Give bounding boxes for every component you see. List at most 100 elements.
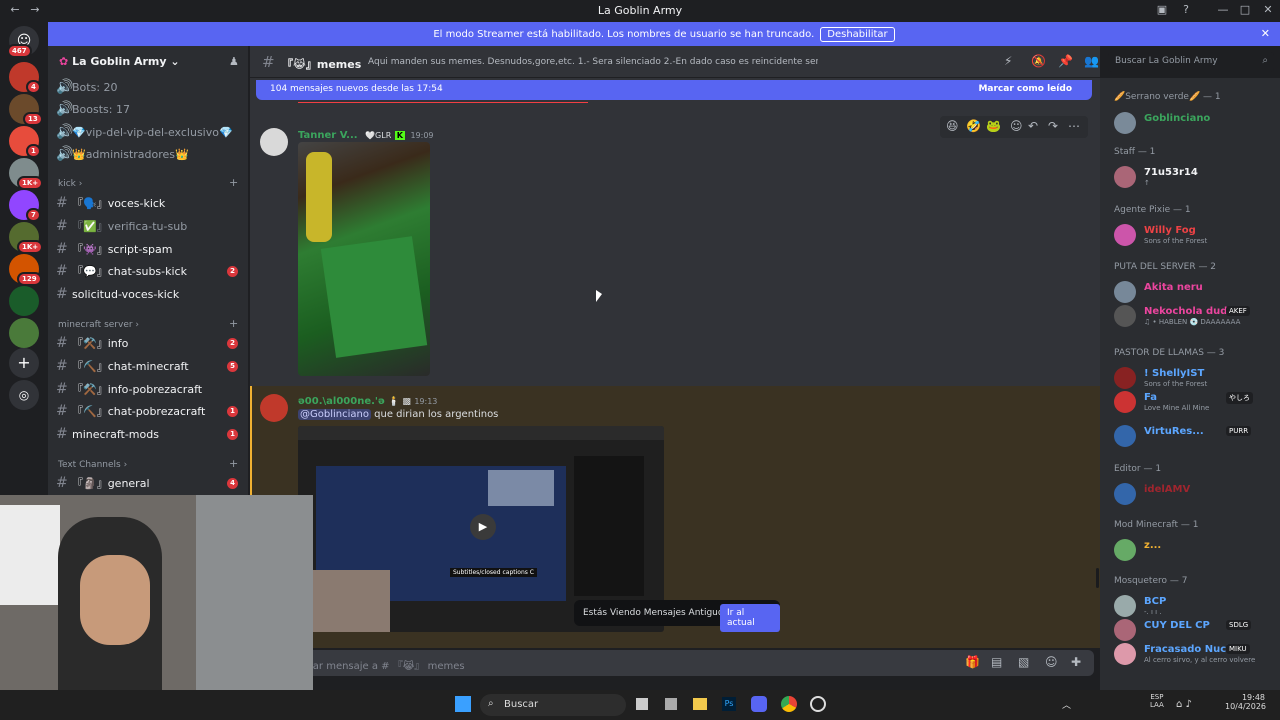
apps-icon[interactable]: ✚ (1071, 655, 1081, 669)
member-item[interactable]: Willy Fog Sons of the Forest (1114, 224, 1274, 250)
avatar[interactable] (260, 128, 288, 156)
server-icon[interactable]: 13 (9, 94, 43, 126)
avatar[interactable] (1114, 643, 1136, 665)
more-icon[interactable]: ⋯ (1068, 119, 1080, 133)
channel-item[interactable]: # minecraft-mods 1 (56, 424, 242, 444)
app-icon[interactable] (665, 698, 677, 710)
add-channel-icon[interactable]: + (229, 457, 238, 470)
message-composer[interactable]: iar mensaje a # 『😹』 memes 🎁 ▤ ▧ ☺ ✚ (258, 650, 1094, 676)
discord-taskbar-icon[interactable] (751, 696, 767, 712)
user-mention[interactable]: @Goblinciano (298, 409, 371, 420)
task-view-icon[interactable] (636, 698, 648, 710)
reaction-icon[interactable]: 🤣 (966, 119, 981, 133)
channel-item[interactable]: # 『⚒️』info 2 (56, 333, 242, 353)
minimize-icon[interactable]: — (1216, 3, 1230, 17)
back-icon[interactable]: ← (8, 3, 22, 17)
channel-item[interactable]: # 『👾』script-spam (56, 239, 242, 259)
channel-item[interactable]: # solicitud-voces-kick (56, 284, 242, 304)
tray-chevron-icon[interactable]: ︿ (1062, 698, 1071, 711)
avatar[interactable] (1114, 112, 1136, 134)
twitch-server-icon[interactable]: 7 (9, 190, 41, 222)
member-item[interactable]: Akita neru (1114, 281, 1274, 307)
member-item[interactable]: Fa やしろ Love Mine All Mine (1114, 391, 1274, 417)
photoshop-icon[interactable]: Ps (722, 697, 736, 711)
network-icon[interactable]: ⌂ ♪ (1176, 699, 1192, 710)
invite-icon[interactable]: ♟ (229, 55, 239, 68)
avatar[interactable] (1114, 224, 1136, 246)
avatar[interactable] (1114, 595, 1136, 617)
search-input[interactable]: Buscar La Goblin Army ⌕ (1108, 52, 1274, 72)
member-item[interactable]: Goblinciano (1114, 112, 1274, 138)
avatar[interactable] (1114, 619, 1136, 641)
reaction-icon[interactable]: 🐸 (986, 119, 1001, 133)
close-banner-icon[interactable]: ✕ (1261, 27, 1270, 40)
help-icon[interactable]: ? (1179, 3, 1193, 17)
member-item[interactable]: idelAMV (1114, 483, 1274, 509)
chrome-icon[interactable] (781, 696, 797, 712)
notifications-icon[interactable]: 🔕 (1031, 54, 1046, 68)
member-item[interactable]: CUY DEL CP SDLG (1114, 619, 1274, 645)
explore-icon[interactable]: ◎ (9, 380, 39, 410)
attached-image[interactable] (298, 142, 430, 376)
category-text-channels[interactable]: Text Channels › (58, 460, 127, 470)
avatar[interactable] (1114, 425, 1136, 447)
sticker-icon[interactable]: ▧ (1018, 655, 1029, 669)
voice-channel[interactable]: 🔊💎vip-del-vip-del-exclusivo💎 (56, 122, 242, 142)
server-name[interactable]: ✿ La Goblin Army ⌄ (59, 55, 180, 68)
server-icon[interactable] (9, 318, 39, 348)
add-channel-icon[interactable]: + (229, 317, 238, 330)
member-item[interactable]: 71u53r14 ↑ (1114, 166, 1274, 192)
avatar[interactable] (1114, 305, 1136, 327)
language-indicator[interactable]: ESP LAA (1150, 693, 1164, 709)
channel-item[interactable]: # 『⛏️』chat-pobrezacraft 1 (56, 401, 242, 421)
home-icon[interactable]: ☺ 467 (7, 26, 39, 58)
server-icon[interactable]: 4 (9, 62, 41, 94)
author-name[interactable]: ə00.\al000ne.'ə (298, 396, 385, 407)
channel-item[interactable]: # 『⚒️』info-pobrezacraft (56, 379, 242, 399)
reaction-icon[interactable]: 😆 (946, 119, 959, 133)
category-kick[interactable]: kick › (58, 179, 82, 189)
channel-topic[interactable]: Aqui manden sus memes. Desnudos,gore,etc… (368, 57, 818, 67)
author-name[interactable]: Tanner V... (298, 130, 358, 141)
server-icon[interactable] (9, 286, 39, 316)
add-reaction-icon[interactable]: ☺ (1010, 119, 1023, 133)
forward-icon[interactable]: ↷ (1048, 119, 1058, 133)
scrollbar-thumb[interactable] (1096, 568, 1099, 588)
channel-item[interactable]: # 『🗿』general 4 (56, 473, 242, 493)
server-icon[interactable]: 129 (9, 254, 42, 286)
member-list-icon[interactable]: 👥 (1084, 54, 1099, 68)
member-item[interactable]: Fracasado Nuclear MIKU Al cerro sirvo, y a… (1114, 643, 1274, 669)
avatar[interactable] (1114, 166, 1136, 188)
reply-icon[interactable]: ↶ (1028, 119, 1038, 133)
channel-item[interactable]: # 『⛏️』chat-minecraft 5 (56, 356, 242, 376)
jump-to-present-button[interactable]: Ir al actual (720, 604, 780, 632)
maximize-icon[interactable]: □ (1238, 3, 1252, 17)
member-item[interactable]: z... (1114, 539, 1274, 565)
threads-icon[interactable]: ⚡ (1004, 54, 1012, 68)
member-item[interactable]: ! ShellyIST Sons of the Forest (1114, 367, 1274, 393)
member-item[interactable]: BCP -. ı ı . (1114, 595, 1274, 621)
avatar[interactable] (1114, 483, 1136, 505)
inbox-icon[interactable]: ▣ (1155, 3, 1169, 17)
member-item[interactable]: VirtuRes... PURR (1114, 425, 1274, 451)
avatar[interactable] (1114, 539, 1136, 561)
close-window-icon[interactable]: ✕ (1261, 3, 1275, 17)
file-explorer-icon[interactable] (693, 698, 707, 710)
play-icon[interactable]: ▶ (470, 514, 496, 540)
avatar[interactable] (1114, 367, 1136, 389)
channel-item[interactable]: # 『✅』verifica-tu-sub (56, 216, 242, 236)
app-icon[interactable] (810, 696, 826, 712)
avatar[interactable] (1114, 391, 1136, 413)
gif-icon[interactable]: ▤ (991, 655, 1002, 669)
add-server-icon[interactable]: + (9, 348, 39, 378)
voice-channel[interactable]: 🔊👑administradores👑 (56, 144, 242, 164)
avatar[interactable] (1114, 281, 1136, 303)
new-messages-bar[interactable]: 104 mensajes nuevos desde las 17:54 Marc… (256, 80, 1092, 100)
member-item[interactable]: Nekochola dudu :3 AKEF ♫ • HABLEN 💿 DAAAAA… (1114, 305, 1274, 331)
gift-icon[interactable]: 🎁 (965, 655, 980, 669)
channel-item[interactable]: # 『🗣️』voces-kick (56, 193, 242, 213)
pin-icon[interactable]: 📌 (1058, 54, 1073, 68)
add-channel-icon[interactable]: + (229, 176, 238, 189)
avatar[interactable] (260, 394, 288, 422)
clock[interactable]: 19:48 10/4/2026 (1225, 693, 1266, 711)
